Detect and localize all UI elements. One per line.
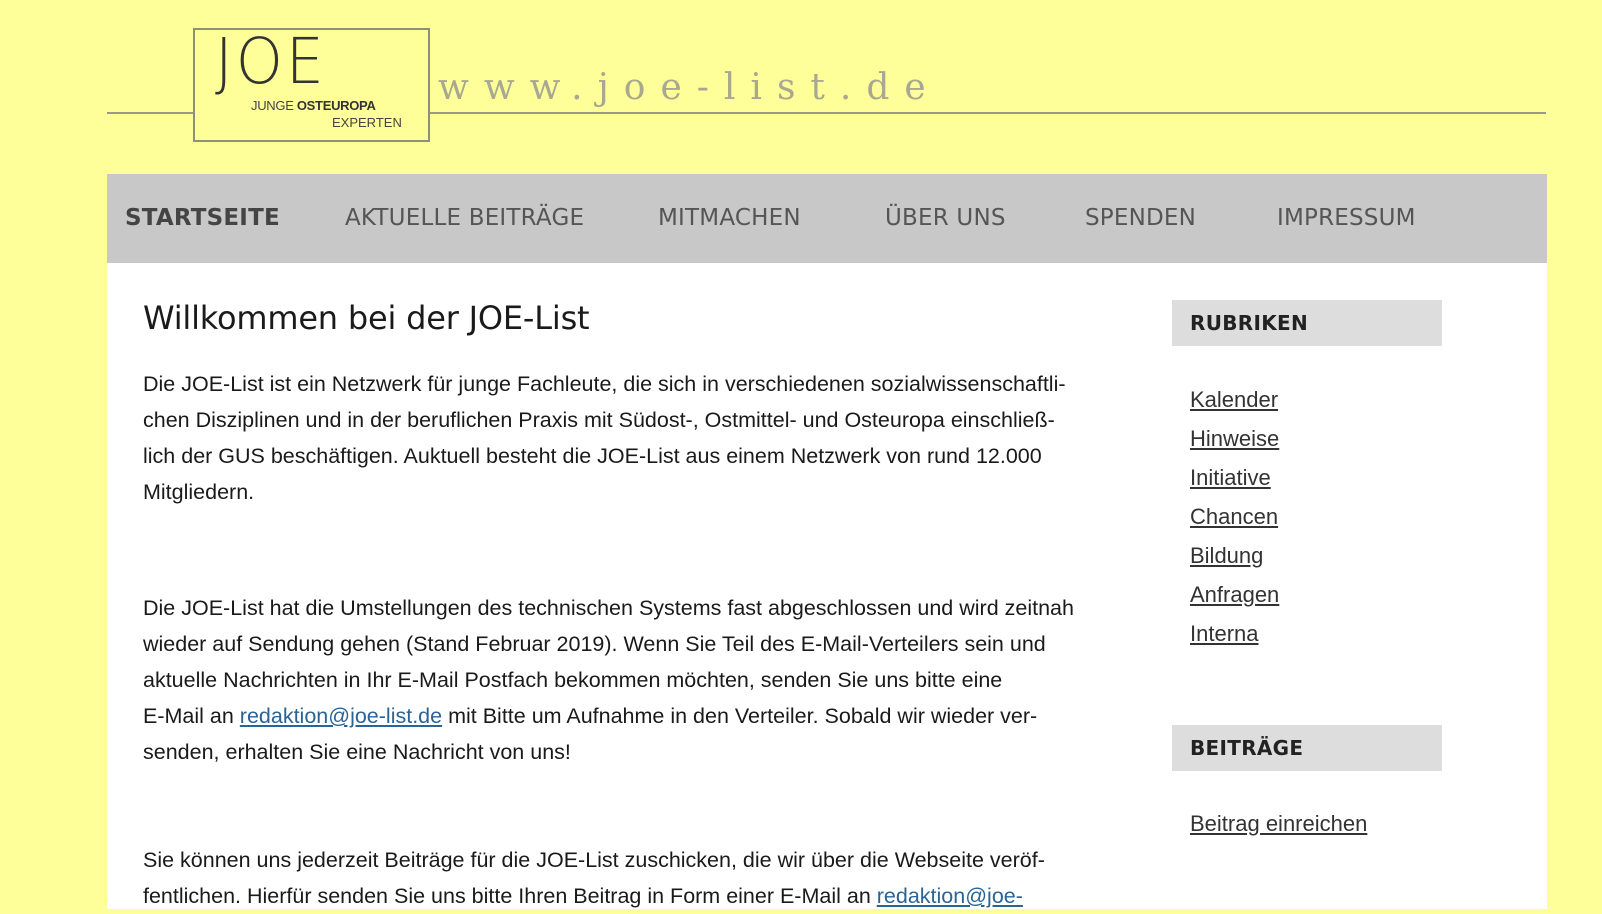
rubrik-link-chancen[interactable]: Chancen	[1190, 504, 1278, 529]
list-item: Initiative	[1190, 458, 1279, 497]
rubrik-link-kalender[interactable]: Kalender	[1190, 387, 1278, 412]
rubrik-link-initiative[interactable]: Initiative	[1190, 465, 1271, 490]
rubriken-heading: RUBRIKEN	[1172, 300, 1442, 346]
redaktion-email-link-2[interactable]: redaktion@joe-	[877, 884, 1023, 908]
redaktion-email-link[interactable]: redaktion@joe-list.de	[240, 704, 442, 728]
main-nav: STARTSEITE AKTUELLE BEITRÄGE MITMACHEN Ü…	[107, 174, 1547, 263]
list-item: Hinweise	[1190, 419, 1279, 458]
intro-paragraph: Die JOE-List ist ein Netzwerk für junge …	[143, 372, 1066, 504]
nav-mitmachen[interactable]: MITMACHEN	[658, 174, 801, 263]
site-logo[interactable]: JOE JUNGE OSTEUROPA EXPERTEN	[193, 28, 430, 142]
beitrag-einreichen-link[interactable]: Beitrag einreichen	[1190, 804, 1367, 843]
beitraege-heading: BEITRÄGE	[1172, 725, 1442, 771]
rubrik-link-anfragen[interactable]: Anfragen	[1190, 582, 1279, 607]
list-item: Kalender	[1190, 380, 1279, 419]
content-area: Willkommen bei der JOE-List Die JOE-List…	[107, 263, 1547, 909]
list-item: Interna	[1190, 614, 1279, 653]
rubrik-link-hinweise[interactable]: Hinweise	[1190, 426, 1279, 451]
nav-impressum[interactable]: IMPRESSUM	[1277, 174, 1416, 263]
logo-wordmark: JOE	[215, 25, 327, 99]
rubrik-link-interna[interactable]: Interna	[1190, 621, 1259, 646]
list-item: Bildung	[1190, 536, 1279, 575]
logo-subtitle: JUNGE OSTEUROPA	[251, 98, 376, 113]
list-item: Chancen	[1190, 497, 1279, 536]
rubriken-list: Kalender Hinweise Initiative Chancen Bil…	[1190, 380, 1279, 653]
nav-aktuelle-beitraege[interactable]: AKTUELLE BEITRÄGE	[345, 174, 584, 263]
nav-startseite[interactable]: STARTSEITE	[125, 174, 280, 263]
page-title: Willkommen bei der JOE-List	[143, 299, 590, 337]
status-paragraph: Die JOE-List hat die Umstellungen des te…	[143, 596, 1074, 764]
list-item: Anfragen	[1190, 575, 1279, 614]
submission-paragraph: Sie können uns jederzeit Beiträge für di…	[143, 848, 1045, 908]
nav-ueber-uns[interactable]: ÜBER UNS	[885, 174, 1006, 263]
nav-spenden[interactable]: SPENDEN	[1085, 174, 1196, 263]
logo-subtitle-2: EXPERTEN	[332, 115, 402, 130]
rubrik-link-bildung[interactable]: Bildung	[1190, 543, 1263, 568]
site-url: www.joe-list.de	[438, 67, 941, 108]
